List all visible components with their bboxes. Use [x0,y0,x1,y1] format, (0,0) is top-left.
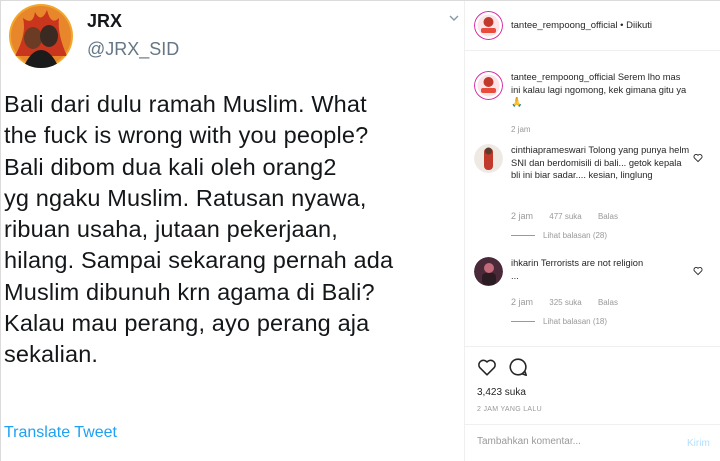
tweet-author-handle[interactable]: @JRX_SID [87,39,179,60]
reply-button[interactable]: Balas [598,212,618,221]
header-text: tantee_rempoong_official • Diikuti [511,20,652,31]
header-avatar[interactable] [474,11,503,40]
tweet-card: JRX @JRX_SID Bali dari dulu ramah Muslim… [1,1,464,461]
caption-meta: 2 jam [511,125,545,134]
tweet-line: yg ngaku Muslim. Ratusan nyawa, [4,184,367,211]
likes-count[interactable]: 3,423 suka [477,387,526,398]
chevron-down-icon[interactable] [449,13,459,23]
divider [511,235,535,237]
tweet-line: Bali dibom dua kali oleh orang2 [4,153,337,180]
view-replies-link[interactable]: Lihat balasan (18) [511,317,607,326]
comment-likes[interactable]: 477 suka [549,212,581,221]
tweet-author-name[interactable]: JRX [87,11,122,32]
comment-more[interactable]: ... [511,270,691,283]
comment-time[interactable]: 2 jam [511,297,533,307]
comment-username[interactable]: ihkarin [511,258,538,268]
instagram-panel: tantee_rempoong_official • Diikuti tante… [464,1,720,461]
comment-likes[interactable]: 325 suka [549,298,581,307]
reply-button[interactable]: Balas [598,298,618,307]
add-comment-bar: Kirim [465,424,720,461]
caption-username[interactable]: tantee_rempoong_official [511,72,615,82]
tweet-avatar[interactable] [9,4,73,68]
tweet-line: ribuan usaha, jutaan pekerjaan, [4,216,338,243]
tweet-line: Muslim dibunuh krn agama di Bali? [4,278,375,305]
comment-text: Terrorists are not religion [540,258,644,268]
following-button[interactable]: Diikuti [626,20,652,31]
comment-icon[interactable] [507,356,529,378]
screenshot-root: JRX @JRX_SID Bali dari dulu ramah Muslim… [0,0,720,461]
comment-avatar[interactable] [474,257,503,286]
tweet-line: sekalian. [4,341,99,368]
view-replies-link[interactable]: Lihat balasan (28) [511,231,607,240]
divider [511,321,535,323]
comment-username[interactable]: cinthiaprameswari [511,145,586,155]
comment-time[interactable]: 2 jam [511,211,533,221]
view-replies-label: Lihat balasan (18) [543,317,608,326]
tweet-line: hilang. Sampai sekarang pernah ada [4,247,394,274]
view-replies-label: Lihat balasan (28) [543,231,608,240]
post-comment-button[interactable]: Kirim [687,438,710,449]
tweet-line: Kalau mau perang, ayo perang aja [4,310,370,337]
header-username[interactable]: tantee_rempoong_official [511,20,618,31]
post-timestamp: 2 JAM YANG LALU [477,406,542,413]
comment-avatar[interactable] [474,144,503,173]
tweet-line: Bali dari dulu ramah Muslim. What [4,91,367,117]
comment-body: ihkarin Terrorists are not religion ... [511,257,691,282]
comment-input[interactable] [477,436,667,447]
post-header: tantee_rempoong_official • Diikuti [465,1,720,51]
comment-meta: 2 jam 325 suka Balas [511,297,632,307]
tweet-line: the fuck is wrong with you people? [4,122,369,149]
caption-body: tantee_rempoong_official Serem lho mas i… [511,71,691,109]
heart-icon[interactable] [693,153,703,163]
comment-body: cinthiaprameswari Tolong yang punya helm… [511,144,691,182]
heart-icon[interactable] [476,356,498,378]
tweet-text: Bali dari dulu ramah Muslim. What the fu… [4,89,462,371]
heart-icon[interactable] [693,266,703,276]
translate-tweet-link[interactable]: Translate Tweet [4,424,117,442]
comment-meta: 2 jam 477 suka Balas [511,211,632,221]
caption-time[interactable]: 2 jam [511,125,531,134]
header-separator: • [620,20,624,31]
caption-avatar[interactable] [474,71,503,100]
